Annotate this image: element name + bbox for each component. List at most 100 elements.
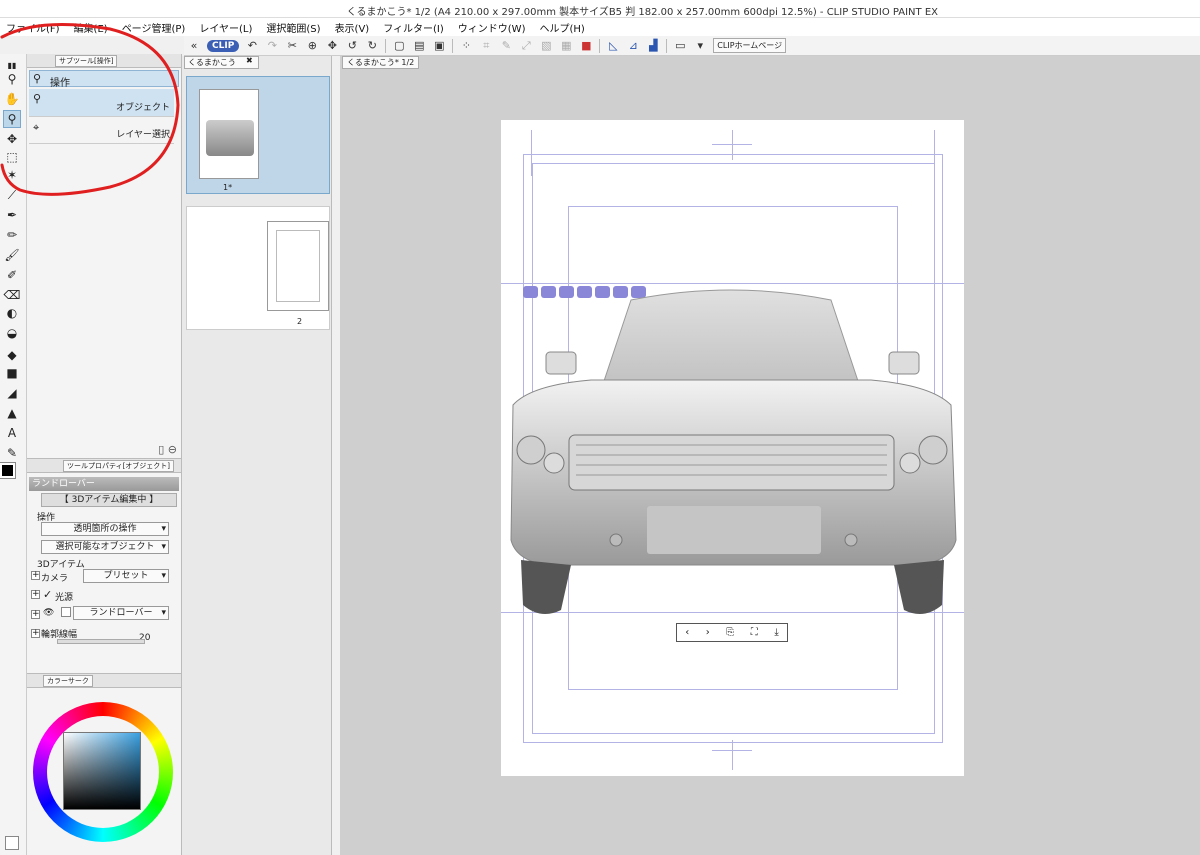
expand-camera-icon[interactable]: +: [31, 571, 40, 580]
eye-icon[interactable]: 👁: [43, 608, 54, 618]
camera-label: カメラ: [41, 574, 69, 584]
cancel-icon[interactable]: ■: [579, 39, 593, 53]
airbrush-icon[interactable]: ✐: [3, 266, 21, 284]
menu-help[interactable]: ヘルプ(H): [539, 20, 584, 35]
divider: [666, 38, 668, 53]
model-select[interactable]: ランドローバー: [73, 606, 169, 620]
menu-bar: ファイル(F) 編集(E) ページ管理(P) レイヤー(L) 選択範囲(S) 表…: [0, 18, 1200, 36]
menu-layer[interactable]: レイヤー(L): [199, 20, 252, 35]
pen-tool-icon[interactable]: ✒: [3, 206, 21, 224]
save-icon[interactable]: ▣: [432, 39, 446, 53]
sub-color-swatch[interactable]: [5, 836, 19, 850]
balloon-icon[interactable]: ✎: [3, 444, 21, 462]
selection-icon[interactable]: ⬚: [3, 148, 21, 166]
crop-icon[interactable]: ⌗: [479, 39, 493, 53]
preset-select[interactable]: プリセット: [83, 569, 169, 583]
zoom-icon[interactable]: ⚲: [3, 70, 21, 88]
ruler-icon[interactable]: ◺: [606, 39, 620, 53]
eraser-icon[interactable]: ⌫: [3, 286, 21, 304]
rotate-right-icon[interactable]: ↻: [365, 39, 379, 53]
chevron-left-icon[interactable]: ‹: [685, 627, 689, 638]
chevron-down-icon[interactable]: ▾: [693, 39, 707, 53]
tab-tool-property[interactable]: ツールプロパティ[オブジェクト]: [63, 460, 175, 472]
chevron-right-icon[interactable]: ›: [706, 627, 710, 638]
canvas-area[interactable]: くるまかこう* 1/2 ‹ › ⎘ ⛶ ⤓: [340, 56, 1200, 855]
group-label: 操作: [50, 78, 70, 89]
subtool-group-operation[interactable]: ⚲ 操作: [29, 70, 179, 89]
3d-car-model[interactable]: [501, 280, 964, 620]
edit-status-button[interactable]: 【 3Dアイテム編集中 】: [41, 493, 177, 507]
menu-page[interactable]: ページ管理(P): [122, 20, 186, 35]
gradient-icon[interactable]: ■: [3, 364, 21, 382]
grid-icon[interactable]: ▦: [559, 39, 573, 53]
selectable-object-select[interactable]: 選択可能なオブジェクト: [41, 540, 169, 554]
clip-button[interactable]: CLIP: [207, 39, 240, 52]
expand-icon[interactable]: ⤢: [519, 39, 533, 53]
subtool-item-layer-select[interactable]: ⌖ レイヤー選択: [29, 118, 174, 144]
saturation-value-square[interactable]: [63, 732, 141, 810]
subtool-item-object[interactable]: ⚲ オブジェクト: [29, 89, 174, 117]
operation-tool-icon[interactable]: ⚲: [3, 110, 21, 128]
select-icon[interactable]: ⁘: [459, 39, 473, 53]
collapse-panel-icon[interactable]: «: [187, 39, 201, 53]
brush-icon[interactable]: 🖌: [3, 246, 21, 264]
page-frame: [276, 230, 320, 302]
divider: [385, 38, 387, 53]
model-checkbox[interactable]: [61, 607, 71, 617]
hand-icon[interactable]: ✋: [3, 90, 21, 108]
page-item[interactable]: 1*: [186, 76, 330, 194]
menu-edit[interactable]: 編集(E): [74, 20, 108, 35]
eyedropper-icon[interactable]: ⟋: [3, 186, 21, 204]
menu-selection[interactable]: 選択範囲(S): [266, 20, 320, 35]
divider: [452, 38, 454, 53]
ground-drop-icon[interactable]: ⤓: [774, 627, 778, 638]
toolprop-tabs: ツールプロパティ[オブジェクト]: [27, 459, 181, 473]
menu-file[interactable]: ファイル(F): [6, 20, 60, 35]
fill-icon[interactable]: ▧: [539, 39, 553, 53]
object-list-widget[interactable]: ‹ › ⎘ ⛶ ⤓: [676, 623, 788, 642]
new-file-icon[interactable]: ▢: [392, 39, 406, 53]
move-layer-icon[interactable]: ✥: [3, 130, 21, 148]
fill-tool-icon[interactable]: ◆: [3, 346, 21, 364]
light-checkbox[interactable]: ✓: [43, 588, 52, 601]
figure-icon[interactable]: ◢: [3, 384, 21, 402]
fill-bucket-icon[interactable]: ◒: [3, 324, 21, 342]
tab-canvas[interactable]: くるまかこう* 1/2: [342, 56, 420, 69]
car-thumbnail: [206, 120, 254, 156]
transform-icon[interactable]: ⊕: [305, 39, 319, 53]
subtool-menu-icons[interactable]: ▯ ⊖: [158, 443, 177, 456]
pen-icon[interactable]: ✎: [499, 39, 513, 53]
guide-icon[interactable]: ▟: [646, 39, 660, 53]
erase-icon[interactable]: ✂: [285, 39, 299, 53]
auto-select-icon[interactable]: ✶: [3, 166, 21, 184]
canvas-paper[interactable]: ‹ › ⎘ ⛶ ⤓: [501, 120, 964, 776]
close-icon[interactable]: ✖: [246, 56, 253, 65]
expand-light-icon[interactable]: +: [31, 590, 40, 599]
text-tool-icon[interactable]: A: [3, 424, 21, 442]
menu-window[interactable]: ウィンドウ(W): [458, 20, 526, 35]
blend-icon[interactable]: ◐: [3, 304, 21, 322]
clip-home-button[interactable]: CLIPホームページ: [713, 38, 787, 53]
tab-color-wheel[interactable]: カラーサーク: [43, 675, 93, 687]
pencil-icon[interactable]: ✏: [3, 226, 21, 244]
transparent-op-select[interactable]: 透明箇所の操作: [41, 522, 169, 536]
rotate-left-icon[interactable]: ↺: [345, 39, 359, 53]
outline-slider[interactable]: [57, 639, 145, 644]
screen-icon[interactable]: ▭: [673, 39, 687, 53]
expand-model-icon[interactable]: +: [31, 610, 40, 619]
redo-icon[interactable]: ↷: [265, 39, 279, 53]
preset-icon[interactable]: ⎘: [726, 627, 734, 638]
snap-icon[interactable]: ⊿: [626, 39, 640, 53]
main-color-swatch[interactable]: [0, 462, 16, 479]
tab-subtool[interactable]: サブツール[操作]: [55, 55, 118, 67]
frame-icon[interactable]: ▲: [3, 404, 21, 422]
open-file-icon[interactable]: ▤: [412, 39, 426, 53]
menu-view[interactable]: 表示(V): [335, 20, 370, 35]
menu-filter[interactable]: フィルター(I): [383, 20, 444, 35]
expand-outline-icon[interactable]: +: [31, 629, 40, 638]
move-icon[interactable]: ✥: [325, 39, 339, 53]
fit-icon[interactable]: ⛶: [751, 627, 758, 638]
page-item[interactable]: 2: [186, 206, 330, 330]
object-name: ランドローバー: [29, 477, 179, 491]
undo-icon[interactable]: ↶: [245, 39, 259, 53]
